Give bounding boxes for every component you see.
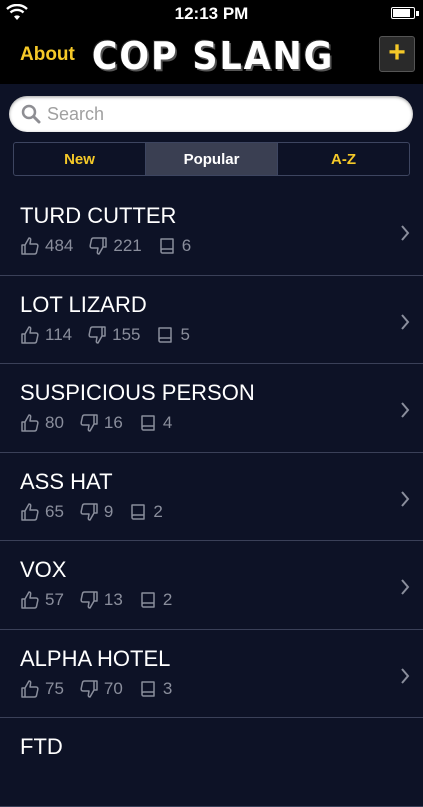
likes-stat: 57 xyxy=(20,590,64,610)
thumbs-up-icon xyxy=(21,679,39,698)
definitions-count: 4 xyxy=(162,413,173,432)
status-time: 12:13 PM xyxy=(174,4,249,23)
dislikes-count: 9 xyxy=(103,501,114,521)
dislikes-count: 16 xyxy=(103,413,123,432)
definitions-count: 2 xyxy=(162,590,173,609)
thumbs-up-icon xyxy=(21,414,39,432)
about-button[interactable]: About xyxy=(20,44,75,66)
thumbs-up-icon xyxy=(21,237,39,255)
book-icon xyxy=(160,238,174,254)
likes-stat: 114 xyxy=(20,325,72,345)
chevron-right-icon xyxy=(401,490,410,507)
thumbs-down-icon xyxy=(80,591,98,609)
book-icon xyxy=(141,415,155,431)
book-icon xyxy=(158,326,173,343)
definitions-stat: 5 xyxy=(155,324,190,345)
thumbs-down-icon xyxy=(80,679,98,698)
definitions-stat: 4 xyxy=(138,413,172,433)
definitions-count: 6 xyxy=(181,236,192,255)
likes-count: 65 xyxy=(45,501,64,521)
definitions-stat: 3 xyxy=(138,679,172,699)
thumbs-down-icon xyxy=(89,237,108,255)
list-item[interactable]: VOX 57 13 2 xyxy=(0,541,423,630)
item-title: LOT LIZARD xyxy=(20,291,147,317)
list-item[interactable]: FTD xyxy=(0,718,423,807)
definitions-count: 5 xyxy=(180,324,190,344)
list-item[interactable]: ASS HAT 65 9 2 xyxy=(0,453,423,541)
item-title: SUSPICIOUS PERSON xyxy=(20,380,255,405)
item-stats: 65 9 2 xyxy=(20,502,178,522)
likes-stat: 65 xyxy=(20,502,64,522)
item-stats: 75 70 3 xyxy=(20,679,187,699)
definitions-stat: 2 xyxy=(138,590,172,610)
likes-stat: 484 xyxy=(20,236,73,256)
segment-popular[interactable]: Popular xyxy=(146,143,278,175)
item-title: TURD CUTTER xyxy=(20,203,177,228)
chevron-right-icon xyxy=(401,225,410,241)
item-title: VOX xyxy=(20,557,67,582)
dislikes-count: 70 xyxy=(103,678,123,698)
battery-icon xyxy=(391,7,419,19)
thumbs-up-icon xyxy=(21,591,39,609)
thumbs-down-icon xyxy=(80,502,98,521)
item-title: FTD xyxy=(20,734,63,759)
dislikes-stat: 16 xyxy=(79,413,123,433)
likes-stat: 80 xyxy=(20,413,64,433)
status-bar: 12:13 PM xyxy=(0,0,423,28)
item-stats: 484 221 6 xyxy=(20,236,206,256)
thumbs-down-icon xyxy=(88,325,106,344)
list-item[interactable]: LOT LIZARD 114 155 5 xyxy=(0,276,423,364)
likes-count: 80 xyxy=(45,413,64,432)
definitions-count: 2 xyxy=(153,501,163,521)
search-field[interactable] xyxy=(9,96,413,132)
search-icon xyxy=(21,104,41,124)
search-bar xyxy=(0,84,423,142)
item-title: ASS HAT xyxy=(20,468,113,494)
list-item[interactable]: SUSPICIOUS PERSON 80 16 4 xyxy=(0,364,423,453)
item-stats: 80 16 4 xyxy=(20,413,187,433)
item-stats: 57 13 2 xyxy=(20,590,187,610)
list-item[interactable]: TURD CUTTER 484 221 6 xyxy=(0,187,423,276)
chevron-right-icon xyxy=(401,313,410,330)
dislikes-stat: 155 xyxy=(87,325,140,345)
list-item[interactable]: ALPHA HOTEL 75 70 3 xyxy=(0,630,423,718)
sort-segmented-control: New Popular A-Z xyxy=(13,142,410,176)
segment-a-z[interactable]: A-Z xyxy=(278,143,409,175)
search-input[interactable] xyxy=(47,96,397,132)
chevron-right-icon xyxy=(401,579,410,595)
dislikes-stat: 13 xyxy=(79,590,123,610)
book-icon xyxy=(141,592,155,608)
battery-level xyxy=(393,9,411,17)
likes-stat: 75 xyxy=(20,679,64,699)
dislikes-stat: 70 xyxy=(79,679,123,699)
thumbs-up-icon xyxy=(21,325,39,344)
definitions-stat: 6 xyxy=(157,236,191,256)
navigation-bar: About COP SLANG + xyxy=(0,28,423,84)
definitions-stat: 2 xyxy=(128,501,163,522)
dislikes-count: 155 xyxy=(112,324,141,344)
add-term-button[interactable]: + xyxy=(379,36,415,72)
slang-list: TURD CUTTER 484 221 6 LOT LIZARD 114 155… xyxy=(0,187,423,807)
likes-count: 75 xyxy=(45,678,64,698)
app-logo: COP SLANG xyxy=(91,34,335,78)
likes-count: 57 xyxy=(45,590,64,609)
definitions-count: 3 xyxy=(162,678,173,698)
likes-count: 114 xyxy=(45,324,73,344)
book-icon xyxy=(131,503,146,520)
thumbs-down-icon xyxy=(80,414,98,432)
dislikes-stat: 221 xyxy=(88,236,142,256)
item-stats: 114 155 5 xyxy=(20,325,205,345)
item-title: ALPHA HOTEL xyxy=(20,645,171,671)
chevron-right-icon xyxy=(401,667,410,684)
dislikes-count: 221 xyxy=(113,236,142,255)
likes-count: 484 xyxy=(45,236,74,255)
thumbs-up-icon xyxy=(21,502,39,521)
chevron-right-icon xyxy=(401,402,410,418)
segment-new[interactable]: New xyxy=(14,143,146,175)
book-icon xyxy=(141,680,155,697)
dislikes-stat: 9 xyxy=(79,502,113,522)
dislikes-count: 13 xyxy=(103,590,123,609)
